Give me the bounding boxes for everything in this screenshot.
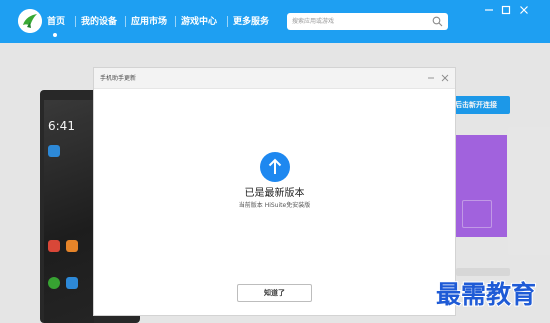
update-dialog: 手机助手更新 已是最新版本 当前版本 HiSuite免安装版 知道了 (93, 67, 456, 316)
nav-divider (125, 16, 126, 27)
dialog-close-icon[interactable] (441, 74, 449, 82)
arrow-up-circle-icon (260, 152, 290, 182)
nav-item-my-devices[interactable]: 我的设备 (81, 15, 117, 29)
nav-item-home[interactable]: 首页 (47, 15, 65, 29)
dialog-minimize-icon[interactable] (427, 74, 435, 82)
watermark-label: 最需教育 (436, 280, 536, 309)
logo-icon (18, 9, 42, 33)
restore-icon[interactable] (500, 4, 512, 16)
app-logo[interactable] (18, 9, 42, 33)
nav-item-app-market[interactable]: 应用市场 (131, 15, 167, 29)
close-icon[interactable] (518, 4, 530, 16)
top-bar: 首页 我的设备 应用市场 游戏中心 更多服务 (0, 0, 550, 43)
nav-active-indicator (53, 33, 57, 37)
got-it-button[interactable]: 知道了 (237, 284, 312, 302)
nav-divider (175, 16, 176, 27)
watermark-logo: 最需教育 (425, 276, 547, 313)
nav-item-more-services[interactable]: 更多服务 (233, 15, 269, 29)
dialog-title-bar: 手机助手更新 (94, 68, 455, 89)
minimize-icon[interactable] (483, 4, 495, 16)
status-heading: 已是最新版本 (244, 188, 305, 199)
watermark-text: 最需教育 (435, 279, 537, 310)
search-icon[interactable] (432, 16, 443, 27)
dialog-title: 手机助手更新 (100, 75, 137, 82)
current-version-text: 当前版本 HiSuite免安装版 (238, 202, 311, 209)
search-input[interactable] (292, 13, 430, 30)
nav-divider (75, 16, 76, 27)
nav-item-game-center[interactable]: 游戏中心 (181, 15, 217, 29)
search-box[interactable] (287, 13, 448, 30)
nav-divider (227, 16, 228, 27)
